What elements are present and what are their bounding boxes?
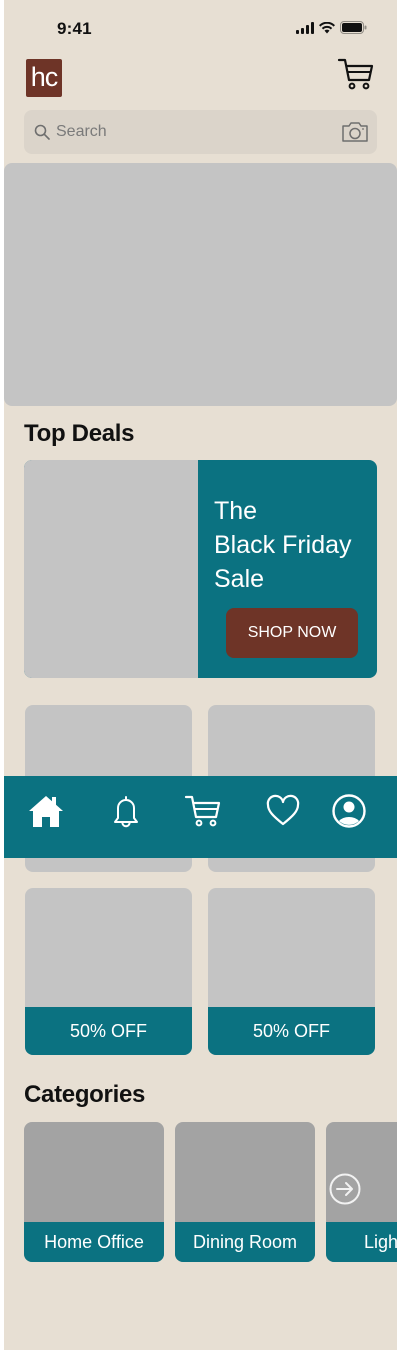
promo-headline: The Black Friday Sale xyxy=(214,494,374,596)
search-placeholder: Search xyxy=(56,123,107,140)
nav-home[interactable] xyxy=(24,776,68,846)
cart-icon[interactable] xyxy=(337,56,375,92)
promo-line-3: Sale xyxy=(214,565,265,593)
arrow-right-circle-icon[interactable] xyxy=(328,1172,362,1206)
app-screen: 9:41 hc Search Top Deals The Black Frida… xyxy=(4,0,397,1350)
categories-title: Categories xyxy=(24,1081,146,1108)
product-tile[interactable]: 50% OFF xyxy=(208,888,375,1055)
home-icon xyxy=(29,796,63,827)
promo-line-2: Black Friday xyxy=(214,531,352,559)
camera-icon[interactable] xyxy=(341,120,369,144)
nav-notifications[interactable] xyxy=(104,776,148,846)
category-label: Dining Room xyxy=(175,1222,315,1262)
promo-image xyxy=(24,460,198,678)
bell-icon xyxy=(114,796,138,828)
category-label: Ligh xyxy=(326,1222,397,1262)
category-card-lighting[interactable]: Ligh xyxy=(326,1122,397,1262)
black-friday-promo[interactable]: The Black Friday Sale SHOP NOW xyxy=(24,460,377,678)
promo-line-1: The xyxy=(214,497,258,525)
nav-favorites[interactable] xyxy=(261,776,305,846)
cart-icon xyxy=(184,795,221,827)
discount-label: 50% OFF xyxy=(208,1007,375,1055)
search-bar[interactable]: Search xyxy=(24,110,377,154)
shop-now-button[interactable]: SHOP NOW xyxy=(226,608,358,658)
brand-logo[interactable]: hc xyxy=(26,59,62,97)
top-deals-title: Top Deals xyxy=(24,420,135,447)
status-time: 9:41 xyxy=(57,19,92,38)
wifi-icon xyxy=(319,21,335,33)
nav-cart[interactable] xyxy=(181,776,225,846)
signal-icon xyxy=(296,21,314,34)
status-icons xyxy=(296,21,367,34)
nav-profile[interactable] xyxy=(327,776,371,846)
search-icon xyxy=(34,124,50,140)
discount-label: 50% OFF xyxy=(25,1007,192,1055)
category-card-dining-room[interactable]: Dining Room xyxy=(175,1122,315,1262)
profile-icon xyxy=(332,794,366,828)
heart-icon xyxy=(266,794,300,826)
category-label: Home Office xyxy=(24,1222,164,1262)
hero-banner[interactable] xyxy=(4,163,397,406)
battery-icon xyxy=(340,21,367,34)
bottom-nav xyxy=(4,776,397,858)
product-tile[interactable]: 50% OFF xyxy=(25,888,192,1055)
category-card-home-office[interactable]: Home Office xyxy=(24,1122,164,1262)
